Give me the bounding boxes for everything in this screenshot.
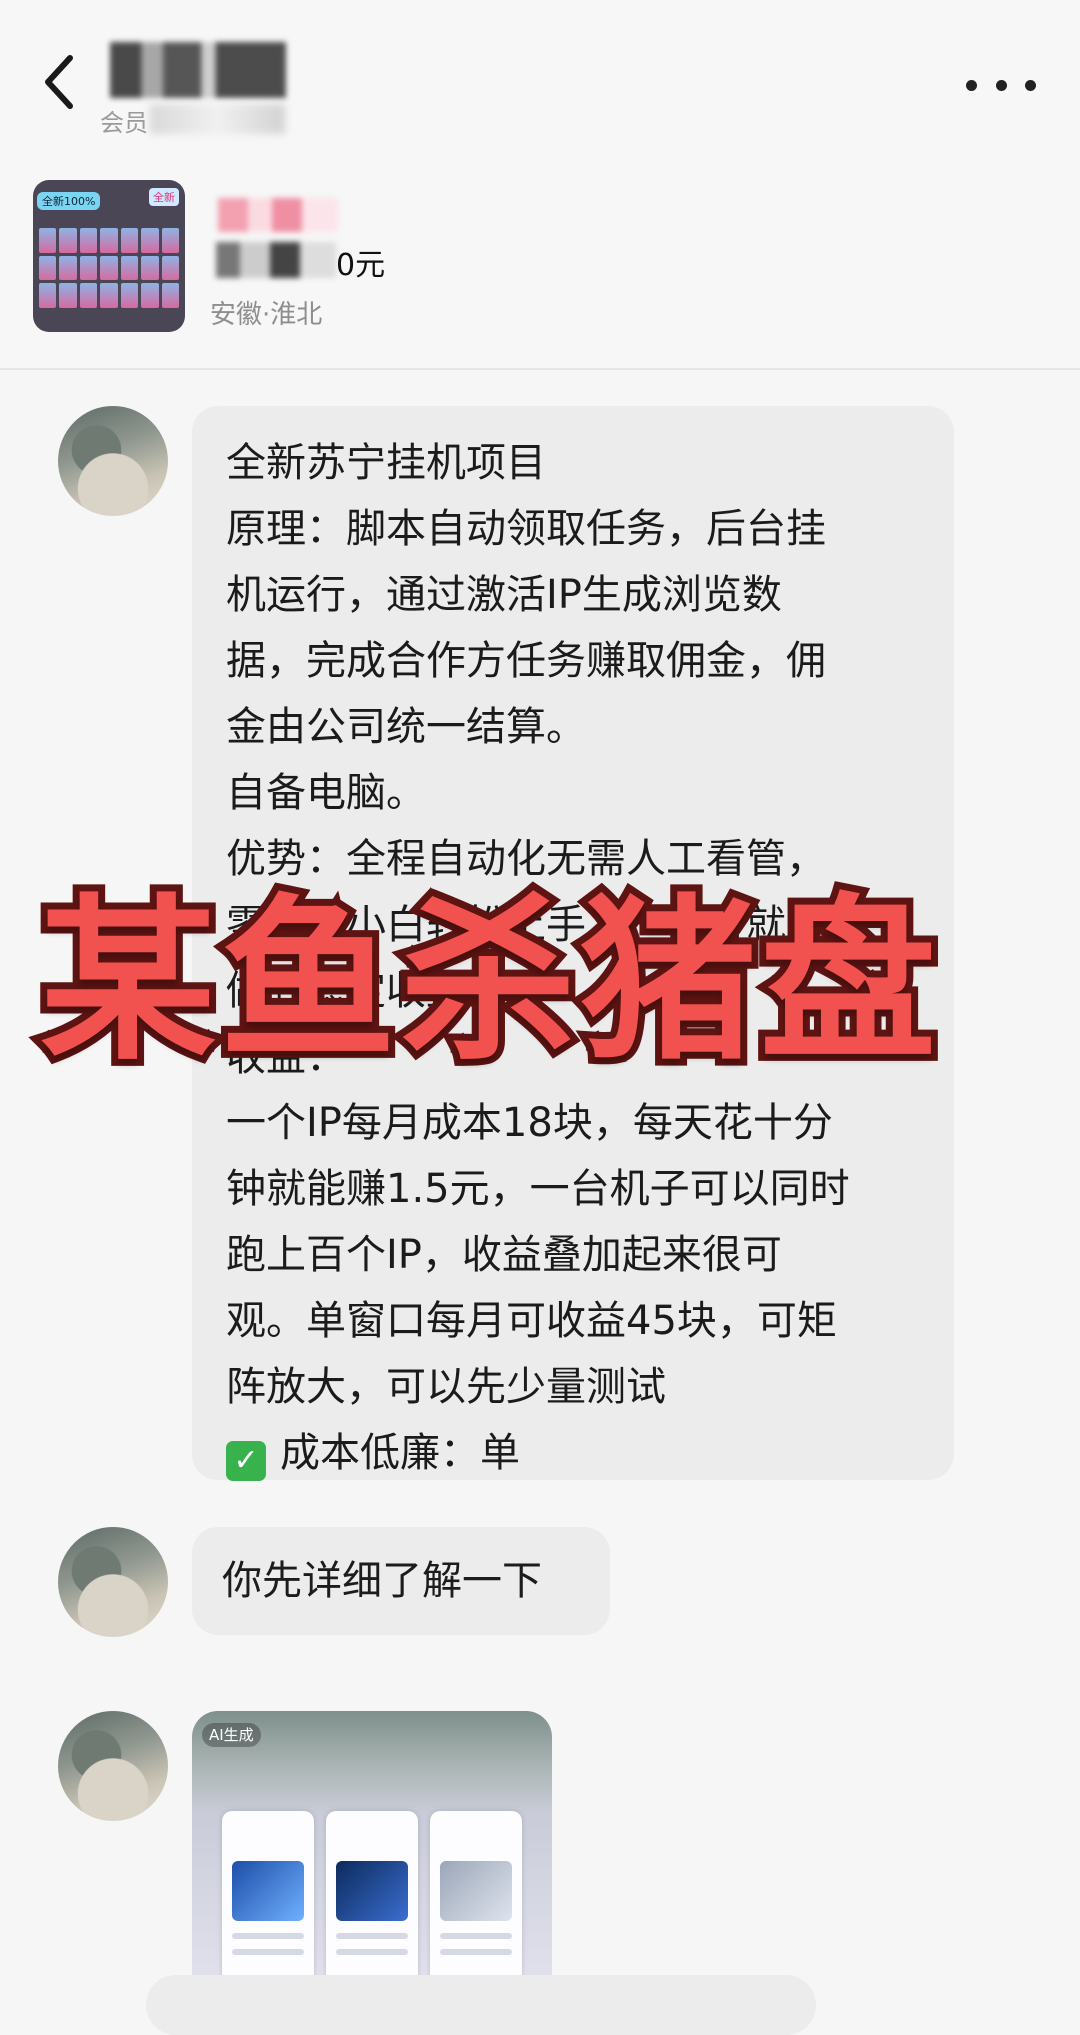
chevron-left-icon bbox=[45, 55, 73, 109]
product-card[interactable]: 全新100% 全新 0元 安徽·淮北 bbox=[0, 170, 1080, 370]
product-location: 安徽·淮北 bbox=[210, 300, 323, 330]
message-line: 机运行，通过激活IP生成浏览数 bbox=[226, 572, 782, 618]
avatar[interactable] bbox=[58, 1711, 168, 1821]
member-label: 会员 bbox=[100, 109, 148, 137]
thumb-screens bbox=[39, 228, 179, 308]
message-line: 原理：脚本自动领取任务，后台挂 bbox=[226, 506, 826, 552]
product-thumbnail[interactable]: 全新100% 全新 bbox=[33, 180, 185, 332]
message-line: 跑上百个IP，收益叠加起来很可 bbox=[226, 1232, 782, 1278]
message-line: 金由公司统一结算。 bbox=[226, 704, 586, 750]
message-line: 全新苏宁挂机项目 bbox=[226, 440, 546, 486]
more-options-button[interactable] bbox=[966, 70, 1036, 100]
check-line-text: 成本低廉：单 bbox=[280, 1430, 520, 1476]
thumb-badge: 全新100% bbox=[37, 192, 101, 210]
message-input[interactable] bbox=[146, 1975, 816, 2035]
more-dot-icon bbox=[995, 79, 1007, 91]
phone-screenshot bbox=[326, 1811, 418, 2002]
message-line: 自备电脑。 bbox=[226, 770, 426, 816]
message-image[interactable]: AI生成 bbox=[192, 1711, 552, 2002]
product-price-redacted bbox=[216, 242, 336, 278]
more-dot-icon bbox=[1025, 79, 1036, 91]
contact-name-redacted bbox=[110, 42, 286, 98]
phone-screenshot bbox=[430, 1811, 522, 2002]
back-button[interactable] bbox=[42, 52, 92, 112]
message-line: 钟就能赚1.5元，一台机子可以同时 bbox=[226, 1166, 850, 1212]
ai-generated-tag: AI生成 bbox=[202, 1723, 261, 1747]
thumb-badge-secondary: 全新 bbox=[149, 188, 179, 206]
message-line: 据，完成合作方任务赚取佣金，佣 bbox=[226, 638, 826, 684]
message-line: 一个IP每月成本18块，每天花十分 bbox=[226, 1100, 833, 1146]
message-bubble[interactable]: 你先详细了解一下 bbox=[192, 1527, 610, 1635]
product-title-redacted bbox=[218, 198, 338, 232]
message-check-line: ✓ 成本低廉：单 bbox=[226, 1420, 916, 1486]
avatar[interactable] bbox=[58, 1527, 168, 1637]
phone-screenshot bbox=[222, 1811, 314, 2002]
chat-header: 会员 bbox=[0, 0, 1080, 170]
more-dot-icon bbox=[966, 79, 977, 91]
message-line: 观。单窗口每月可收益45块，可矩 bbox=[226, 1298, 837, 1344]
product-price: 0元 bbox=[336, 248, 386, 283]
message-line: 阵放大，可以先少量测试 bbox=[226, 1364, 666, 1410]
check-mark-icon: ✓ bbox=[226, 1441, 266, 1481]
watermark-text: 某鱼杀猪盘 bbox=[33, 875, 943, 1089]
member-info-redacted bbox=[150, 104, 285, 134]
avatar[interactable] bbox=[58, 406, 168, 516]
